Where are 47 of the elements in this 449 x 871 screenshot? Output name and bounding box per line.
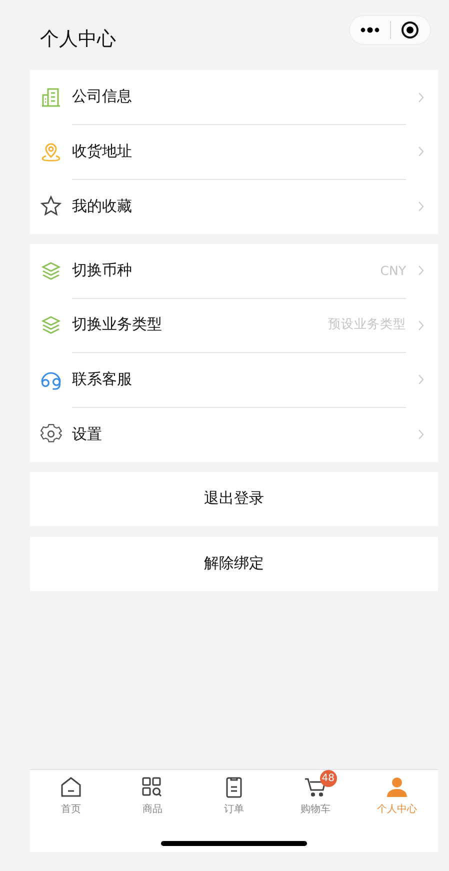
chevron-right-icon xyxy=(418,428,424,440)
menu-value: CNY xyxy=(380,262,406,278)
menu-label: 切换业务类型 xyxy=(72,315,163,334)
count-badge: 48 xyxy=(320,770,337,787)
tab-item[interactable]: 购物车 48 xyxy=(274,770,356,828)
layers-icon xyxy=(41,315,61,336)
menu-item[interactable]: 我的收藏 xyxy=(30,179,438,234)
tab-label: 个人中心 xyxy=(377,802,418,816)
action-button[interactable]: 解除绑定 xyxy=(30,536,438,590)
chevron-right-icon xyxy=(418,374,424,386)
menu-label: 切换币种 xyxy=(72,260,133,280)
grid-search-icon xyxy=(141,776,164,798)
chevron-right-icon xyxy=(418,265,424,276)
menu-item[interactable]: 公司信息 xyxy=(30,70,438,124)
star-icon xyxy=(40,195,62,218)
target-icon xyxy=(401,21,420,39)
tab-label: 首页 xyxy=(60,803,81,816)
menu-label: 收货地址 xyxy=(72,142,133,161)
location-pin-icon xyxy=(40,140,62,163)
chevron-right-icon xyxy=(418,92,424,103)
tab-item[interactable]: 首页 xyxy=(30,770,112,828)
menu-value: 预设业务类型 xyxy=(328,316,406,334)
headset-icon xyxy=(40,370,62,390)
person-icon xyxy=(386,776,408,798)
menu-item[interactable]: 切换币种 CNY xyxy=(30,244,438,298)
tab-item[interactable]: 订单 xyxy=(193,770,275,828)
chevron-right-icon xyxy=(418,200,424,212)
tab-item[interactable]: 商品 xyxy=(112,770,194,828)
home-icon xyxy=(60,776,82,798)
menu-item[interactable]: 设置 xyxy=(30,407,438,462)
more-icon xyxy=(360,27,380,33)
tab-label: 商品 xyxy=(142,802,162,816)
menu-label: 公司信息 xyxy=(72,87,133,106)
menu-item[interactable]: 收货地址 xyxy=(30,124,438,179)
menu-label: 设置 xyxy=(72,424,103,444)
tab-label: 购物车 xyxy=(300,802,331,816)
menu-label: 我的收藏 xyxy=(72,196,133,216)
tab-label: 订单 xyxy=(224,802,244,816)
menu-label: 联系客服 xyxy=(72,370,133,389)
menu-item[interactable]: 切换业务类型 预设业务类型 xyxy=(30,298,438,352)
chevron-right-icon xyxy=(418,146,424,158)
building-icon xyxy=(41,87,61,108)
menu-item[interactable]: 联系客服 xyxy=(30,352,438,407)
chevron-right-icon xyxy=(418,320,424,331)
action-button[interactable]: 退出登录 xyxy=(30,472,438,526)
layers-icon xyxy=(41,260,61,281)
page-title: 个人中心 xyxy=(40,27,116,52)
